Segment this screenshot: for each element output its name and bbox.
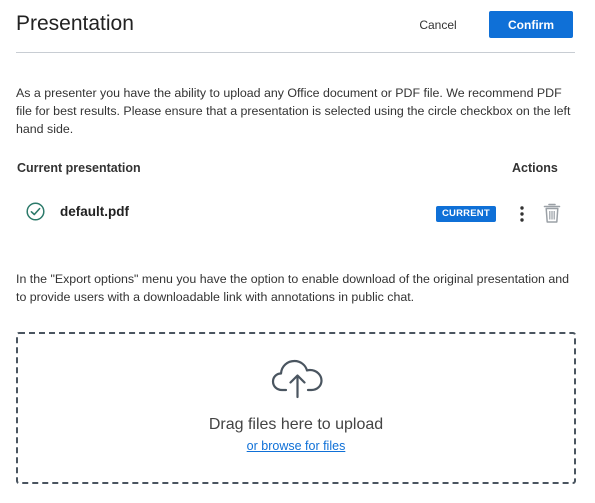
modal-title: Presentation: [16, 12, 134, 35]
browse-files-link-wrap: or browse for files: [18, 439, 574, 453]
trash-icon[interactable]: [542, 202, 562, 224]
actions-header: Actions: [512, 161, 558, 175]
cancel-button[interactable]: Cancel: [412, 11, 464, 39]
modal-header: Presentation Cancel Confirm: [16, 0, 575, 53]
cloud-upload-icon: [270, 356, 326, 400]
dropzone-text: Drag files here to upload: [208, 416, 384, 433]
current-badge: CURRENT: [436, 206, 496, 222]
export-options-text: In the "Export options" menu you have th…: [16, 272, 569, 304]
confirm-button[interactable]: Confirm: [489, 11, 573, 38]
current-presentation-header: Current presentation: [17, 161, 141, 175]
check-circle-icon[interactable]: [26, 202, 45, 221]
presentation-row: default.pdf CURRENT: [16, 195, 576, 231]
upload-dropzone[interactable]: Drag files here to upload or browse for …: [16, 332, 576, 484]
browse-files-link[interactable]: or browse for files: [247, 439, 346, 453]
intro-text: As a presenter you have the ability to u…: [16, 86, 571, 136]
presentation-filename: default.pdf: [60, 204, 129, 219]
more-options-icon[interactable]: [514, 205, 530, 223]
